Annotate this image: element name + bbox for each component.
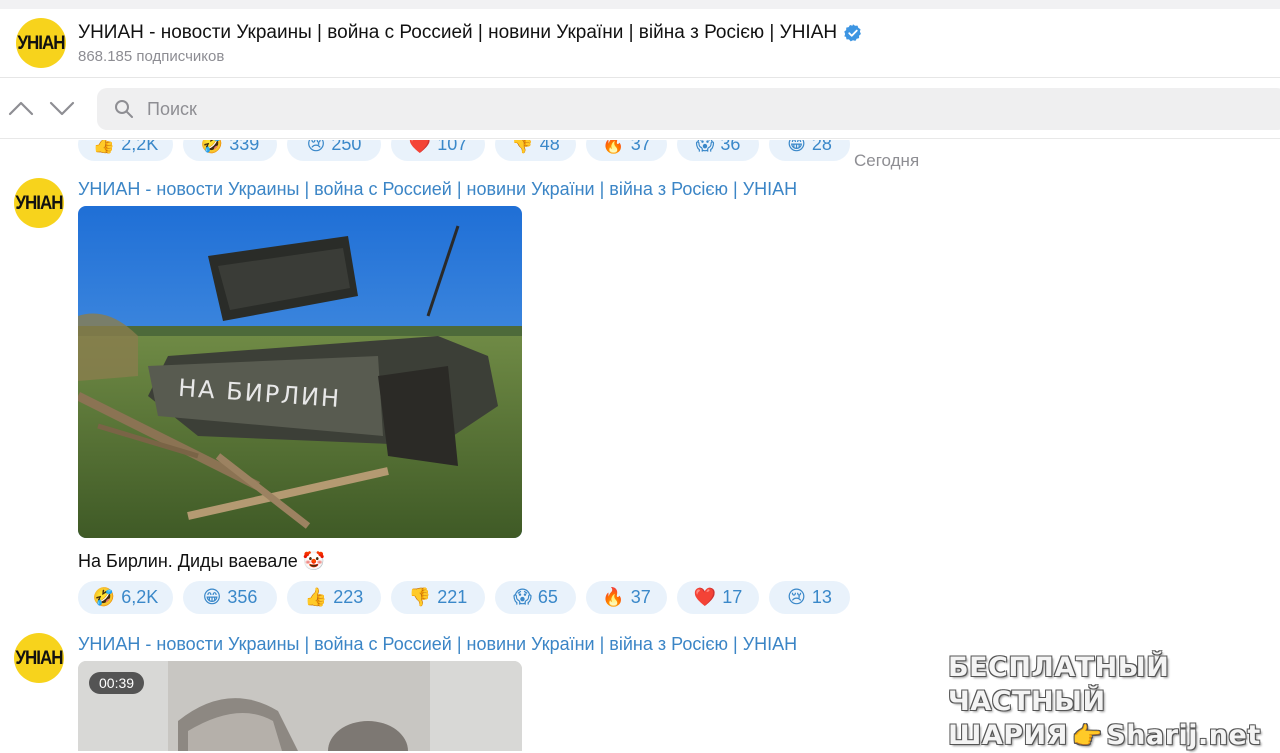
reaction-button[interactable]: 😱 36 [677, 140, 759, 161]
post-caption: На Бирлин. Диды ваевале 🤡 [78, 551, 326, 571]
channel-logo-text: УНІАН [15, 191, 63, 214]
chevron-down-icon[interactable] [49, 97, 75, 119]
search-field[interactable] [97, 88, 1280, 130]
reaction-button[interactable]: 🔥 37 [586, 581, 667, 614]
search-bar [0, 79, 1280, 139]
reaction-button[interactable]: 😁 28 [769, 140, 850, 161]
reaction-button[interactable]: ❤️ 107 [391, 140, 485, 161]
channel-title-text: УНИАН - новости Украины | война с Россие… [78, 22, 838, 43]
post-author-avatar[interactable]: УНІАН [14, 178, 64, 228]
rofl-icon: 🤣 [92, 587, 116, 608]
post-author-avatar[interactable]: УНІАН [14, 633, 64, 683]
reaction-button[interactable]: 🤣 6,2K [78, 581, 173, 614]
reaction-button[interactable]: 👎 48 [495, 140, 576, 161]
post-author-name[interactable]: УНИАН - новости Украины | война с Россие… [78, 179, 797, 200]
channel-avatar[interactable]: УНІАН [16, 18, 66, 68]
reaction-button[interactable]: 😁 356 [183, 581, 277, 614]
chevron-up-icon[interactable] [8, 97, 34, 119]
reaction-button[interactable]: 👎 221 [391, 581, 485, 614]
grinning-face-icon: 😁 [787, 140, 806, 155]
reaction-button[interactable]: ❤️ 17 [677, 581, 759, 614]
screaming-face-icon: 😱 [695, 140, 715, 155]
reaction-button[interactable]: 😢 13 [769, 581, 850, 614]
chat-header[interactable]: УНІАН УНИАН - новости Украины | война с … [0, 9, 1280, 78]
date-separator: Сегодня [854, 151, 920, 170]
screaming-face-icon: 😱 [513, 587, 532, 608]
post-author-name[interactable]: УНИАН - новости Украины | война с Россие… [78, 634, 797, 655]
crying-face-icon: 😢 [306, 140, 326, 155]
thumbs-up-icon: 👍 [92, 140, 116, 155]
post-photo[interactable]: НА БИРЛИН [78, 206, 522, 538]
channel-logo-text: УНІАН [17, 31, 65, 54]
subscriber-count: 868.185 подписчиков [78, 48, 225, 65]
post-video[interactable]: 00:39 [78, 661, 522, 751]
channel-logo-text: УНІАН [15, 646, 63, 669]
watermark-line2: ШАРИЯ 👉 Sharij.net [948, 720, 1261, 751]
reaction-button[interactable]: 🤣 339 [183, 140, 277, 161]
heart-icon: ❤️ [408, 140, 432, 155]
tank-photo-image: НА БИРЛИН [78, 206, 522, 538]
reaction-button[interactable]: 🔥 37 [586, 140, 667, 161]
reaction-button[interactable]: 👍 223 [287, 581, 381, 614]
watermark: БЕСПЛАТНЫЙ ЧАСТНЫЙ ШАРИЯ 👉 Sharij.net [948, 651, 1260, 751]
thumbs-down-icon: 👎 [511, 140, 534, 155]
thumbs-up-icon: 👍 [304, 587, 328, 608]
video-thumbnail-image [78, 661, 522, 751]
prev-post-reactions: 👍 2,2K 🤣 339 😢 250 ❤️ 107 👎 48 🔥 37 😱 36 😁 28 [78, 140, 850, 161]
fire-icon: 🔥 [602, 587, 625, 608]
fire-icon: 🔥 [602, 140, 625, 155]
channel-title[interactable]: УНИАН - новости Украины | война с Россие… [78, 22, 863, 44]
video-duration-badge: 00:39 [89, 672, 145, 694]
verified-badge-icon [844, 24, 862, 42]
reaction-button[interactable]: 😱 65 [495, 581, 576, 614]
thumbs-down-icon: 👎 [408, 587, 432, 608]
heart-icon: ❤️ [693, 587, 717, 608]
grinning-face-icon: 😁 [202, 587, 222, 608]
pointing-hand-icon: 👉 [1071, 722, 1103, 750]
rofl-icon: 🤣 [200, 140, 224, 155]
search-input[interactable] [147, 88, 747, 130]
watermark-line1: БЕСПЛАТНЫЙ ЧАСТНЫЙ [948, 652, 1170, 717]
reaction-button[interactable]: 👍 2,2K [78, 140, 173, 161]
window-top-strip [0, 0, 1280, 9]
crying-face-icon: 😢 [787, 587, 806, 608]
search-icon [115, 100, 133, 118]
reaction-button[interactable]: 😢 250 [287, 140, 381, 161]
post1-reactions: 🤣 6,2K 😁 356 👍 223 👎 221 😱 65 🔥 37 ❤️ 17 😢 13 [78, 581, 850, 614]
